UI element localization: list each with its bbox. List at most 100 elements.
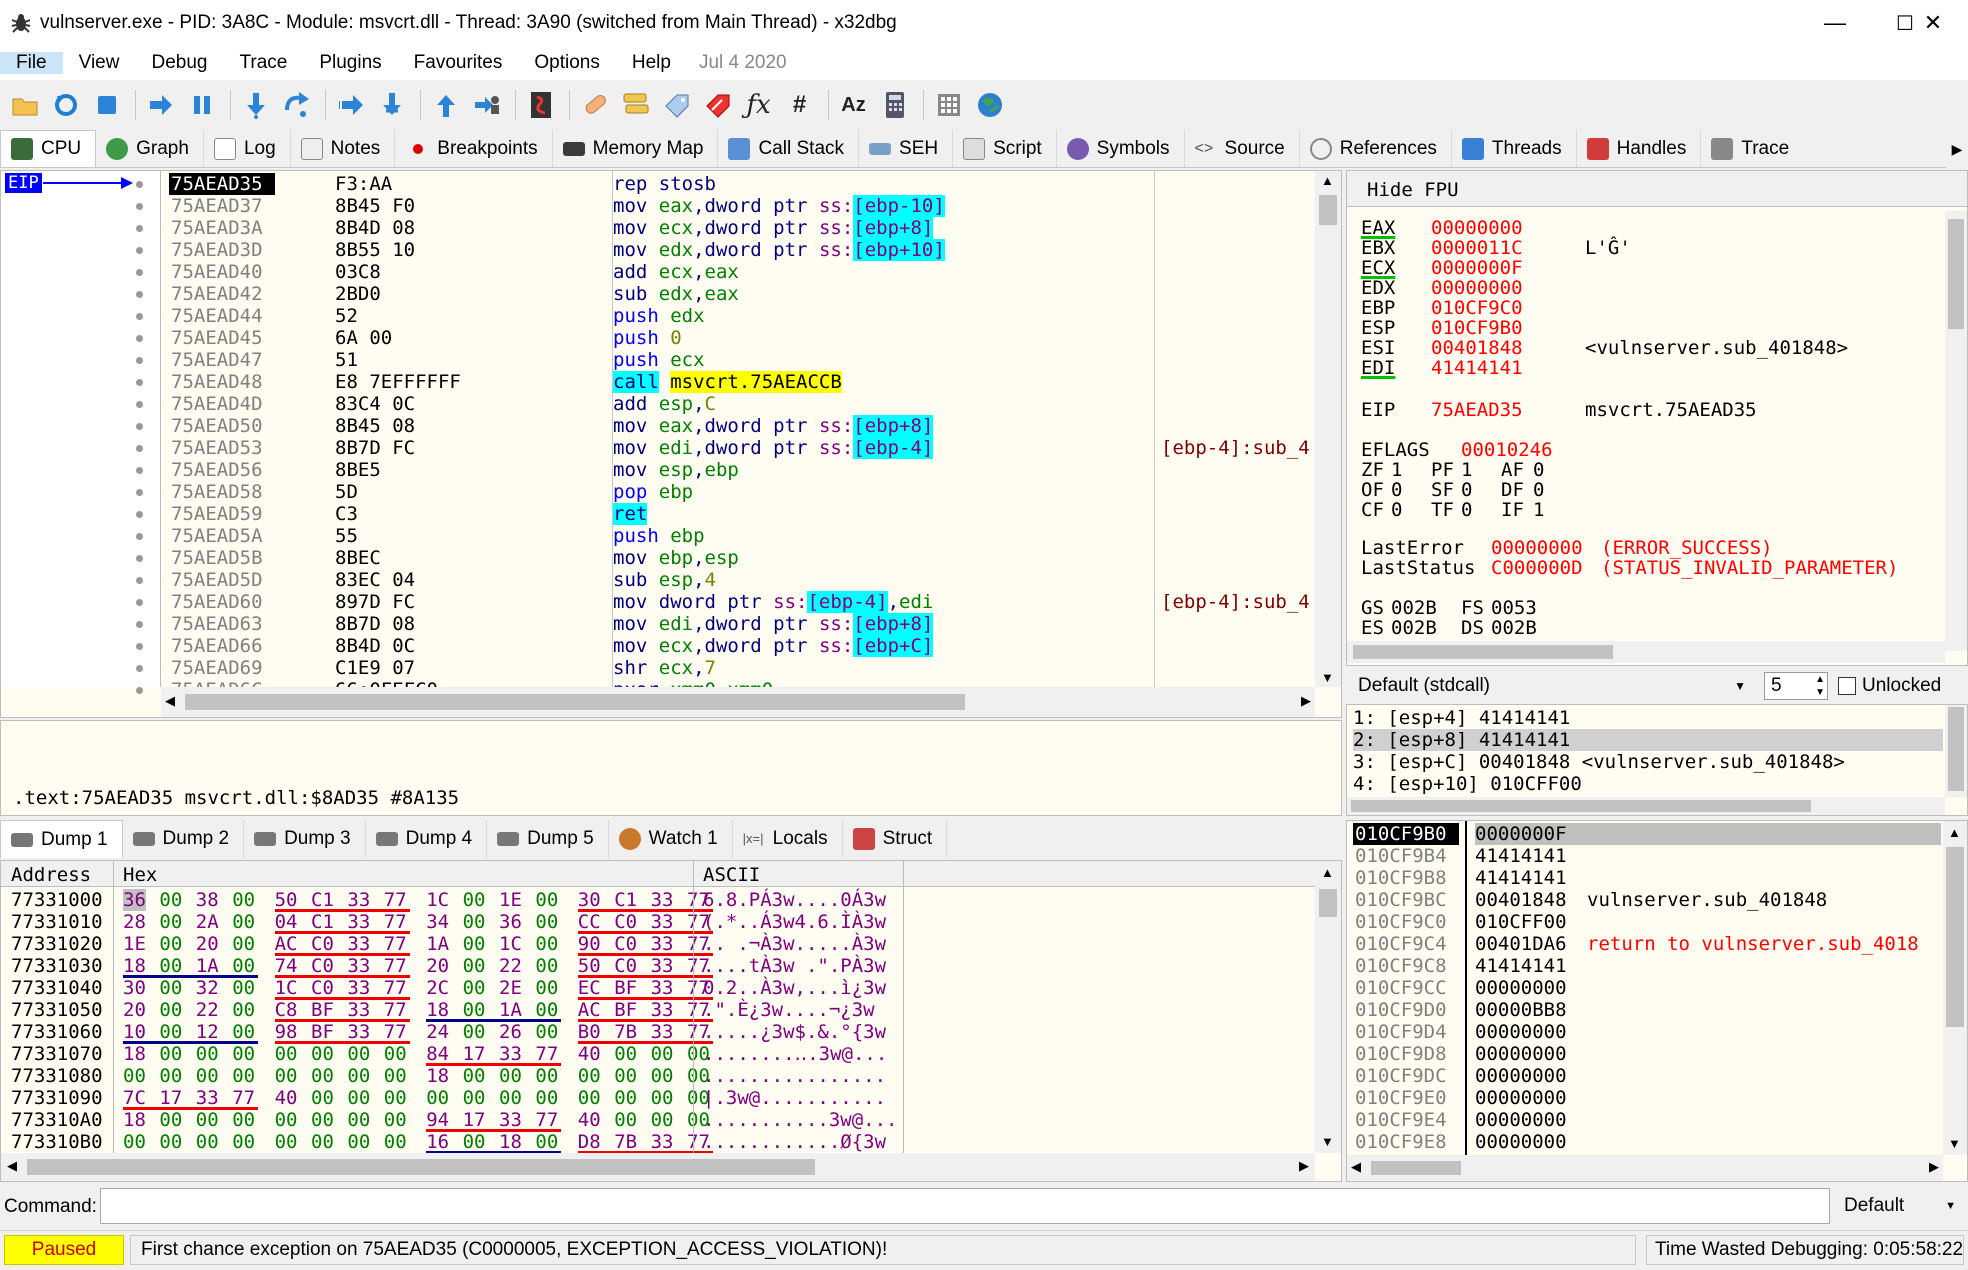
hex-byte[interactable]: 00 xyxy=(499,1065,522,1087)
hex-byte[interactable]: 00 xyxy=(232,955,255,977)
dump-address[interactable]: 77331070 xyxy=(11,1043,103,1065)
preferences-icon[interactable] xyxy=(930,87,967,124)
instruction-text[interactable]: add ecx,eax xyxy=(613,261,739,283)
hex-byte[interactable]: 00 xyxy=(311,1087,334,1109)
hex-byte[interactable]: 17 xyxy=(463,1043,486,1065)
instruction-address[interactable]: 75AEAD50 xyxy=(169,415,275,437)
hex-byte[interactable]: 20 xyxy=(426,955,449,977)
ascii-column-header[interactable]: ASCII xyxy=(703,864,760,886)
hex-byte[interactable]: 17 xyxy=(463,1109,486,1131)
hex-byte[interactable]: BF xyxy=(614,977,637,999)
hex-byte[interactable]: 00 xyxy=(535,1065,558,1087)
stack-address[interactable]: 010CF9D8 xyxy=(1353,1043,1459,1065)
execute-till-return-icon[interactable] xyxy=(427,87,464,124)
tab-watch-1[interactable]: Watch 1 xyxy=(609,820,733,858)
hex-byte[interactable]: 1A xyxy=(499,999,522,1021)
menu-file[interactable]: File xyxy=(0,52,63,74)
hex-byte[interactable]: 04 xyxy=(275,911,298,933)
instruction-text[interactable]: mov ebp,esp xyxy=(613,547,739,569)
stack-value[interactable]: 00000000 xyxy=(1475,1021,1567,1043)
hex-byte[interactable]: 00 xyxy=(535,933,558,955)
hex-byte[interactable]: 77 xyxy=(384,911,407,933)
hex-byte[interactable]: 77 xyxy=(384,955,407,977)
hex-byte[interactable]: 2A xyxy=(196,911,219,933)
address-column-header[interactable]: Address xyxy=(11,864,91,886)
menu-plugins[interactable]: Plugins xyxy=(303,52,397,74)
dump-horizontal-scrollbar[interactable]: ◀ ▶ xyxy=(1,1153,1315,1181)
hex-byte[interactable]: 00 xyxy=(535,1087,558,1109)
instruction-address[interactable]: 75AEAD5D xyxy=(169,569,275,591)
hex-byte[interactable]: C0 xyxy=(614,933,637,955)
hex-byte[interactable]: 00 xyxy=(159,955,182,977)
stack-address[interactable]: 010CF9C0 xyxy=(1353,911,1459,933)
hex-byte[interactable]: 33 xyxy=(651,999,674,1021)
hex-byte[interactable]: C0 xyxy=(311,977,334,999)
hex-byte[interactable]: 00 xyxy=(311,1043,334,1065)
hex-byte[interactable]: 36 xyxy=(123,889,146,911)
hex-byte[interactable]: D8 xyxy=(578,1131,601,1153)
hex-byte[interactable]: 00 xyxy=(232,1021,255,1043)
hex-byte[interactable]: AC xyxy=(275,933,298,955)
hex-byte[interactable]: C8 xyxy=(275,999,298,1021)
breakpoint-dot-icon[interactable] xyxy=(136,357,143,364)
hex-byte[interactable]: 00 xyxy=(232,933,255,955)
spin-arrows-icon[interactable]: ▲ ▼ xyxy=(1815,673,1825,699)
tab-dump-1[interactable]: Dump 1 xyxy=(0,820,123,858)
stack-value[interactable]: 00000BB8 xyxy=(1475,999,1567,1021)
tab-log[interactable]: Log xyxy=(204,130,291,167)
step-over-icon[interactable] xyxy=(278,87,315,124)
arguments-view[interactable]: 1: [esp+4] 41414141 2: [esp+8] 41414141 3:… xyxy=(1346,704,1968,816)
hex-byte[interactable]: 74 xyxy=(275,955,298,977)
hex-byte[interactable]: 40 xyxy=(578,1109,601,1131)
instruction-text[interactable]: mov edx,dword ptr ss:[ebp+10] xyxy=(613,239,945,261)
instruction-text[interactable]: mov edi,dword ptr ss:[ebp+8] xyxy=(613,613,934,635)
hex-byte[interactable]: 00 xyxy=(426,1087,449,1109)
breakpoint-dot-icon[interactable] xyxy=(136,621,143,628)
hex-byte[interactable]: 00 xyxy=(232,911,255,933)
instruction-text[interactable]: mov ecx,dword ptr ss:[ebp+C] xyxy=(613,635,934,657)
hex-byte[interactable]: 33 xyxy=(499,1109,522,1131)
instruction-text[interactable]: push edx xyxy=(613,305,705,327)
instruction-address[interactable]: 75AEAD42 xyxy=(169,283,275,305)
stack-value[interactable]: 00000000 xyxy=(1475,1131,1567,1153)
hex-byte[interactable]: 00 xyxy=(232,889,255,911)
hex-byte[interactable]: 33 xyxy=(651,955,674,977)
menu-help[interactable]: Help xyxy=(616,52,687,74)
register-value[interactable]: C000000D xyxy=(1491,557,1583,579)
hex-byte[interactable]: 00 xyxy=(159,933,182,955)
disassembly-view[interactable]: EIP 75AEAD35 F3:AA rep stosb 75AEAD37 8B45 F… xyxy=(0,170,1342,718)
hex-byte[interactable]: 00 xyxy=(232,1131,255,1153)
hex-byte[interactable]: 2C xyxy=(426,977,449,999)
hex-byte[interactable]: C0 xyxy=(614,955,637,977)
hex-byte[interactable]: 98 xyxy=(275,1021,298,1043)
help-icon[interactable] xyxy=(971,87,1008,124)
registers-vertical-scrollbar[interactable] xyxy=(1945,211,1967,651)
hex-byte[interactable]: 38 xyxy=(196,889,219,911)
hex-column-header[interactable]: Hex xyxy=(123,864,157,886)
stop-icon[interactable] xyxy=(88,87,125,124)
breakpoint-dot-icon[interactable] xyxy=(136,291,143,298)
argument-row[interactable]: 2: [esp+8] 41414141 xyxy=(1353,729,1943,751)
registers-view[interactable]: Hide FPU EAX 00000000 EBX 0000011C L'Ĝ' ECX 00… xyxy=(1346,170,1968,666)
hex-byte[interactable]: 00 xyxy=(275,1065,298,1087)
hex-byte[interactable]: 00 xyxy=(578,1065,601,1087)
hex-byte[interactable]: 33 xyxy=(499,1043,522,1065)
instruction-address[interactable]: 75AEAD48 xyxy=(169,371,275,393)
instruction-address[interactable]: 75AEAD44 xyxy=(169,305,275,327)
hex-byte[interactable]: 00 xyxy=(535,1021,558,1043)
stack-address[interactable]: 010CF9E4 xyxy=(1353,1109,1459,1131)
hex-byte[interactable]: 33 xyxy=(651,977,674,999)
hex-byte[interactable]: 00 xyxy=(196,1043,219,1065)
hex-byte[interactable]: 00 xyxy=(651,1065,674,1087)
stack-address[interactable]: 010CF9C8 xyxy=(1353,955,1459,977)
breakpoint-dot-icon[interactable] xyxy=(136,643,143,650)
hex-byte[interactable]: 7B xyxy=(614,1131,637,1153)
hex-byte[interactable]: 33 xyxy=(651,889,674,911)
stack-value[interactable]: 00000000 xyxy=(1475,977,1567,999)
breakpoint-dot-icon[interactable] xyxy=(136,687,143,694)
hex-byte[interactable]: 40 xyxy=(578,1043,601,1065)
register-value[interactable]: 0 xyxy=(1391,499,1402,521)
dump-vertical-scrollbar[interactable]: ▲ ▼ xyxy=(1315,861,1341,1153)
instruction-address[interactable]: 75AEAD69 xyxy=(169,657,275,679)
patches-icon[interactable] xyxy=(576,87,613,124)
